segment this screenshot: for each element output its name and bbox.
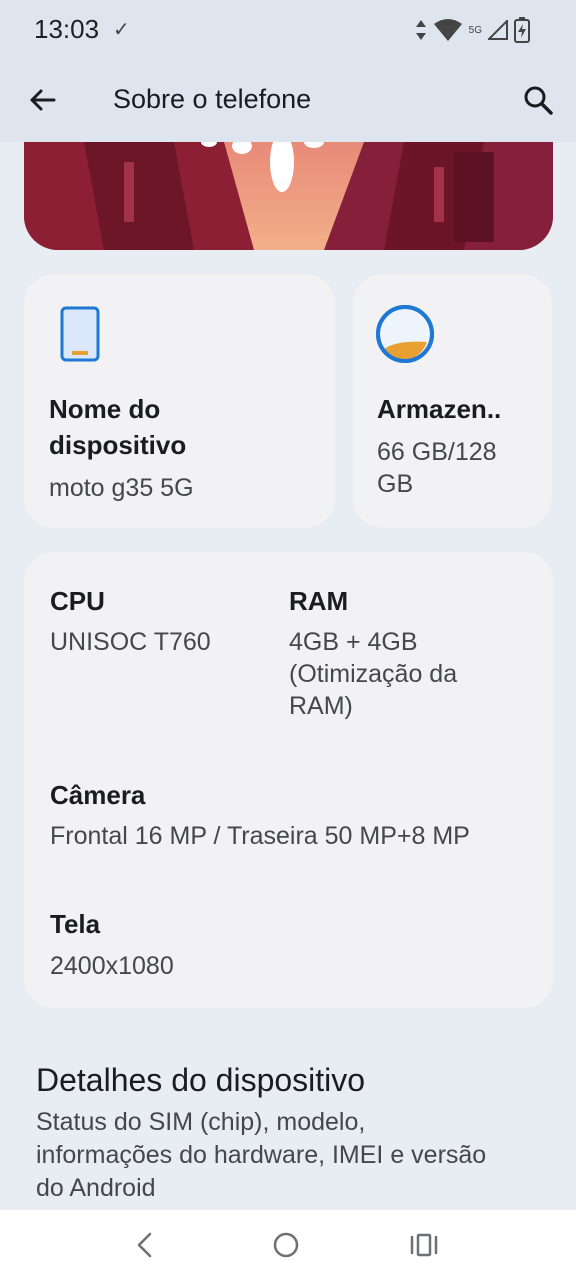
device-details-subtitle-line1: Status do SIM (chip), modelo, (36, 1108, 366, 1136)
device-name-label-line1: Nome do (49, 394, 161, 424)
search-icon[interactable] (522, 84, 554, 116)
status-icons: 5G (415, 16, 530, 44)
specs-card: CPU UNISOC T760 RAM 4GB + 4GB (Otimizaçã… (24, 552, 553, 1008)
device-details-subtitle: Status do SIM (chip), modelo, informaçõe… (36, 1106, 546, 1205)
data-arrows-icon (415, 20, 426, 40)
storage-value-line1: 66 GB/128 (377, 438, 497, 466)
signal-icon (488, 20, 508, 40)
device-details-subtitle-line2: informações do hardware, IMEI e versão (36, 1141, 487, 1169)
wallpaper-image (24, 142, 553, 250)
storage-icon (376, 305, 434, 363)
cpu-value: UNISOC T760 (50, 628, 211, 656)
navigation-bar (0, 1210, 576, 1280)
ram-label: RAM (289, 586, 349, 616)
network-type-label: 5G (468, 24, 482, 36)
app-bar: Sobre o telefone (0, 58, 576, 142)
nav-home-icon[interactable] (269, 1228, 303, 1262)
phone-icon (60, 306, 100, 362)
screen-value: 2400x1080 (50, 952, 174, 980)
download-done-icon: ✓ (113, 19, 130, 41)
storage-value-line2: GB (377, 470, 414, 498)
status-bar: 13:03 ✓ 5G (0, 0, 576, 58)
ram-value-line2: (Otimização da (289, 660, 458, 688)
storage-card[interactable]: Armazen.. 66 GB/128 GB (353, 274, 552, 528)
camera-value: Frontal 16 MP / Traseira 50 MP+8 MP (50, 822, 470, 850)
battery-charging-icon (514, 17, 530, 43)
page-title: Sobre o telefone (113, 84, 312, 114)
wifi-icon (433, 19, 462, 41)
back-arrow-icon[interactable] (28, 86, 56, 114)
device-details-title: Detalhes do dispositivo (36, 1062, 366, 1098)
status-time: 13:03 (34, 14, 100, 44)
wallpaper-preview[interactable] (24, 142, 553, 250)
device-name-value: moto g35 5G (49, 474, 194, 502)
device-name-card[interactable]: Nome do dispositivo moto g35 5G (24, 274, 335, 528)
device-details-subtitle-line3: do Android (36, 1174, 156, 1202)
nav-recents-icon[interactable] (407, 1228, 441, 1262)
screen-label: Tela (50, 909, 101, 939)
camera-label: Câmera (50, 780, 146, 810)
cpu-label: CPU (50, 586, 105, 616)
storage-label: Armazen.. (377, 394, 502, 424)
device-name-label-line2: dispositivo (49, 430, 187, 460)
ram-value-line3: RAM) (289, 692, 353, 720)
ram-value-line1: 4GB + 4GB (289, 628, 418, 656)
nav-back-icon[interactable] (128, 1228, 162, 1262)
